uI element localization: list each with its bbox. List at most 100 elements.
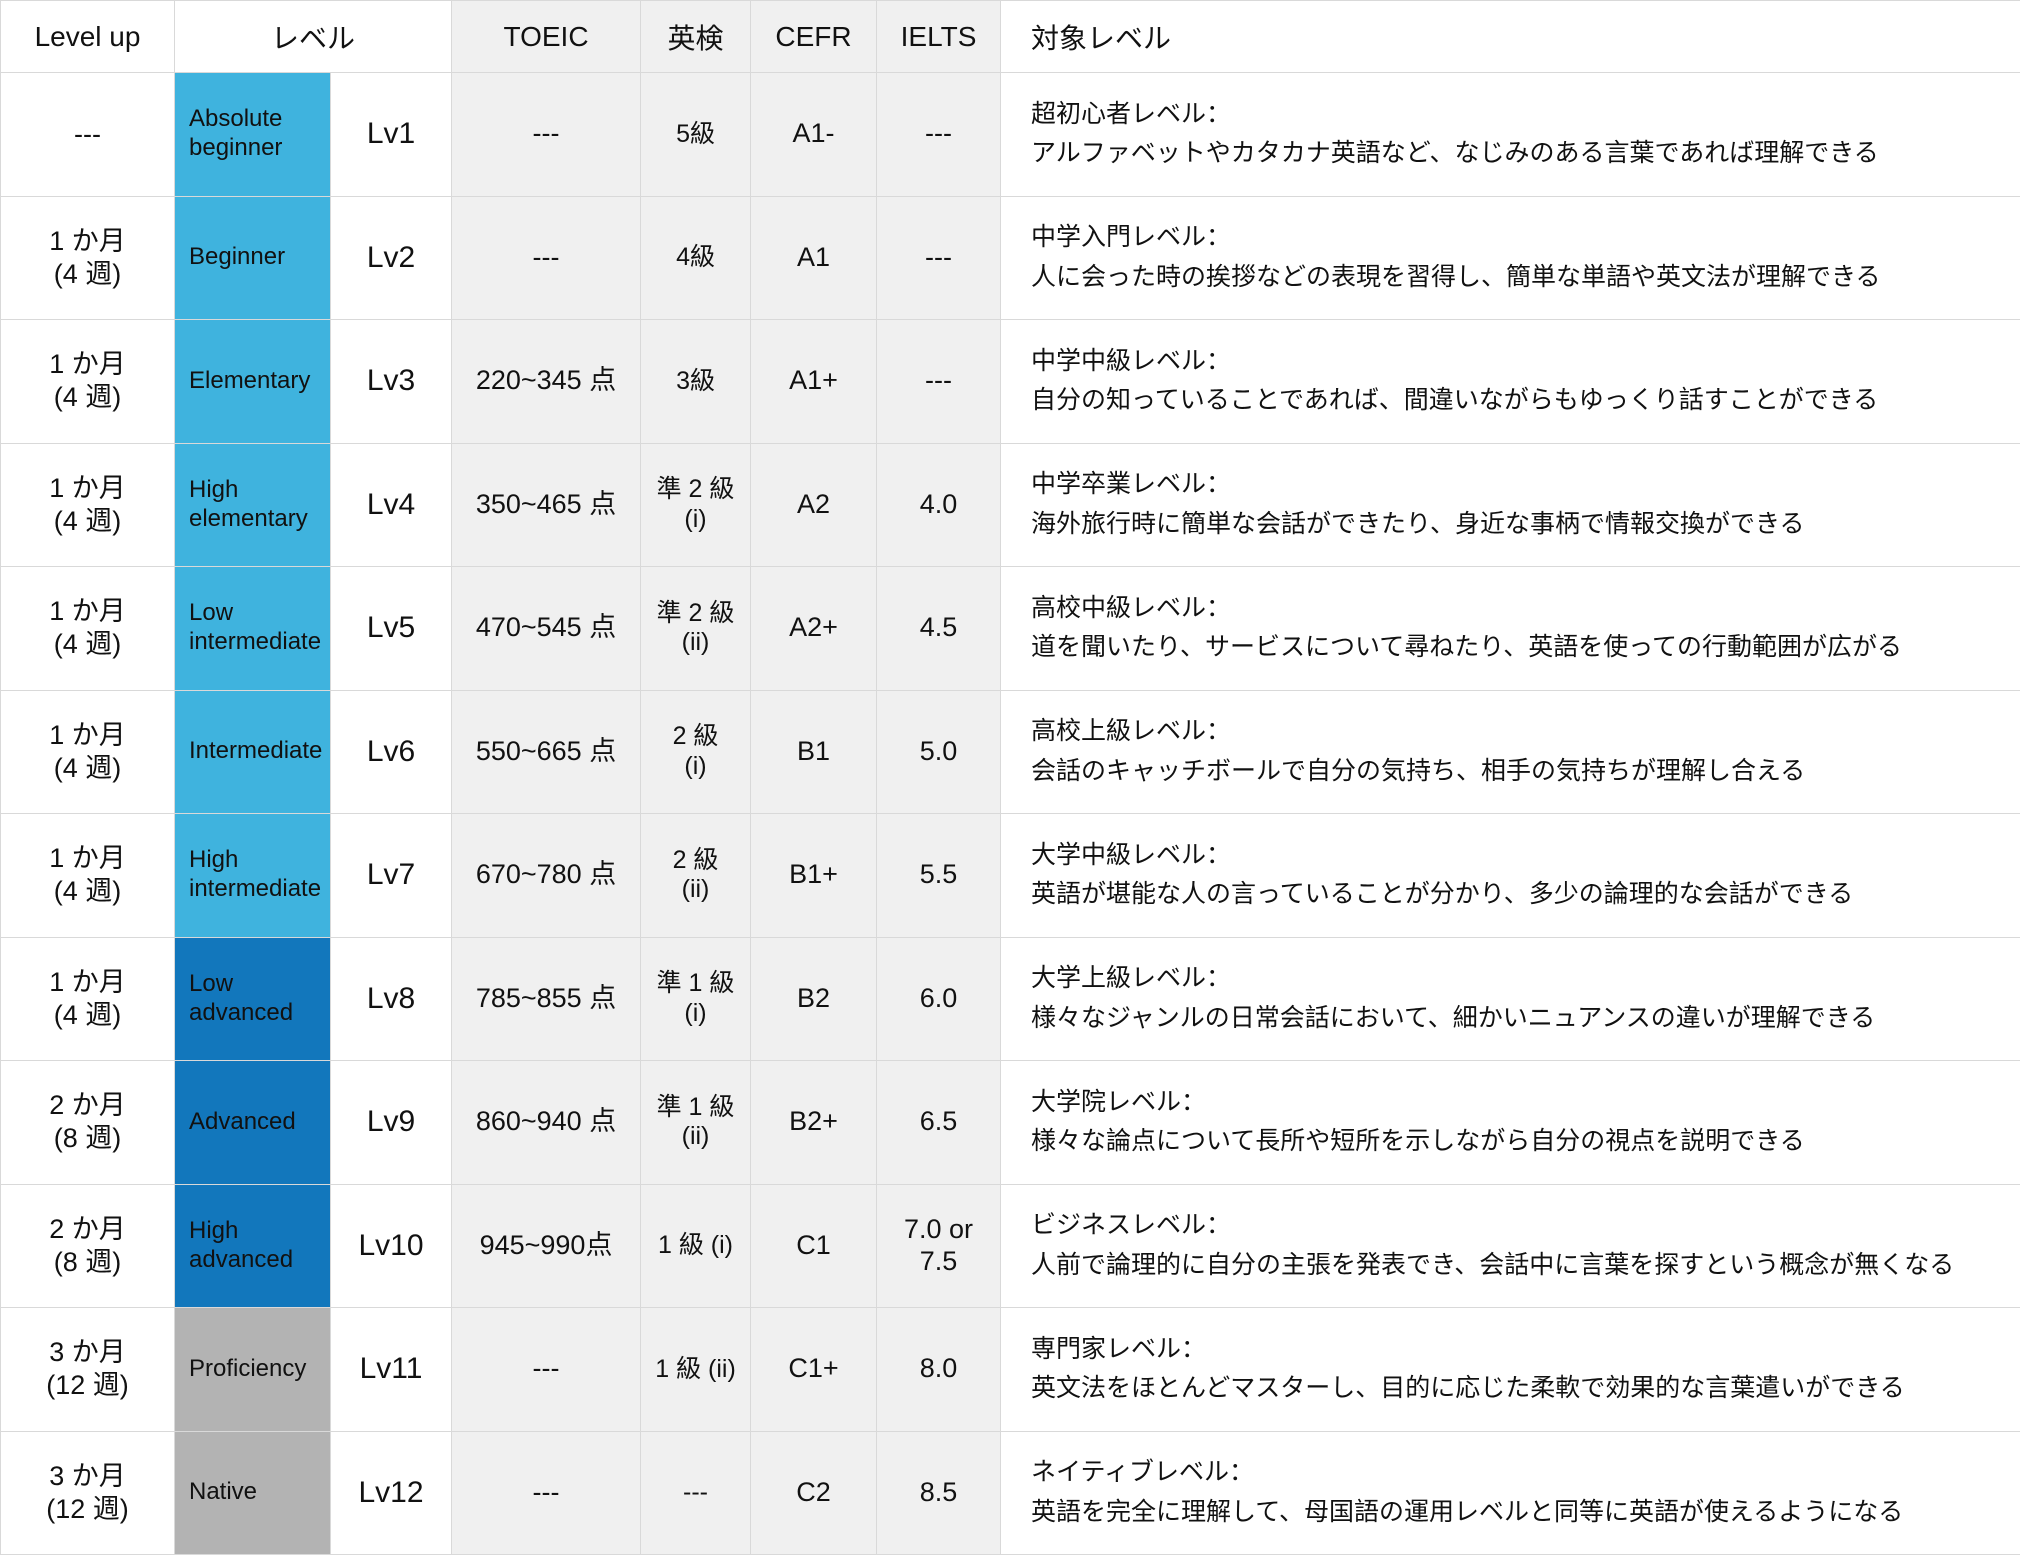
- target-level-detail: アルファベットやカタカナ英語など、なじみのある言葉であれば理解できる: [1031, 139, 1879, 168]
- target-level-detail: 英語が堪能な人の言っていることが分かり、多少の論理的な会話ができる: [1031, 880, 1854, 909]
- level-number: Lv12: [329, 1430, 453, 1555]
- level-band-label: Beginner: [174, 195, 331, 320]
- column-header-eiken: 英検: [640, 0, 752, 73]
- table-row: 1 か月 (4 週) High intermediate Lv7 670~780 点2…: [0, 813, 2020, 938]
- eiken-grade: ---: [640, 1430, 752, 1555]
- target-level-description: ビジネスレベル： 人前で論理的に自分の主張を発表でき、会話中に言葉を探すという概念…: [1000, 1183, 2020, 1308]
- level-band-label: Advanced: [174, 1060, 331, 1185]
- level-band-label: Absolute beginner: [174, 72, 331, 197]
- toeic-score: ---: [451, 72, 642, 197]
- cefr-level: B1+: [750, 813, 878, 938]
- level-band-label: Proficiency: [174, 1307, 331, 1432]
- ielts-band: 4.0: [876, 442, 1002, 567]
- table-header: Level up レベル TOEIC 英検 CEFR IELTS 対象レベル: [0, 0, 2020, 73]
- cefr-level: B2+: [750, 1060, 878, 1185]
- cefr-level: B2: [750, 936, 878, 1061]
- cefr-level: C1: [750, 1183, 878, 1308]
- level-number: Lv3: [329, 319, 453, 444]
- target-level-description: 大学上級レベル： 様々なジャンルの日常会話において、細かいニュアンスの違いが理解で…: [1000, 936, 2020, 1061]
- level-up-duration: 1 か月 (4 週): [0, 936, 175, 1061]
- toeic-score: 785~855 点: [451, 936, 642, 1061]
- level-up-duration: 2 か月 (8 週): [0, 1060, 175, 1185]
- eiken-grade: 準 1 級 (ii): [640, 1060, 752, 1185]
- eiken-grade: 3級: [640, 319, 752, 444]
- column-header-level-up: Level up: [0, 0, 175, 73]
- level-band-label: High advanced: [174, 1183, 331, 1308]
- level-band-label: Intermediate: [174, 689, 331, 814]
- eiken-grade: 1 級 (ii): [640, 1307, 752, 1432]
- target-level-description: 中学入門レベル： 人に会った時の挨拶などの表現を習得し、簡単な単語や英文法が理解で…: [1000, 195, 2020, 320]
- level-band-label: High intermediate: [174, 813, 331, 938]
- target-level-title: 高校中級レベル：: [1031, 593, 1232, 622]
- cefr-level: A2+: [750, 566, 878, 691]
- level-number: Lv7: [329, 813, 453, 938]
- target-level-title: 中学中級レベル：: [1031, 346, 1232, 375]
- eiken-grade: 4級: [640, 195, 752, 320]
- level-up-duration: 2 か月 (8 週): [0, 1183, 175, 1308]
- table-row: 1 か月 (4 週) High elementary Lv4 350~465 点準 2…: [0, 442, 2020, 567]
- eiken-grade: 準 2 級 (i): [640, 442, 752, 567]
- cefr-level: A1: [750, 195, 878, 320]
- table-body: --- Absolute beginner Lv1 --- 5級 A1- --- 超初心者レベ…: [0, 72, 2020, 1555]
- level-number: Lv1: [329, 72, 453, 197]
- toeic-score: 670~780 点: [451, 813, 642, 938]
- eiken-grade: 1 級 (i): [640, 1183, 752, 1308]
- target-level-title: 大学院レベル：: [1031, 1087, 1207, 1116]
- eiken-grade: 2 級 (ii): [640, 813, 752, 938]
- target-level-detail: 海外旅行時に簡単な会話ができたり、身近な事柄で情報交換ができる: [1031, 509, 1805, 538]
- level-band-label: Low intermediate: [174, 566, 331, 691]
- ielts-band: 8.0: [876, 1307, 1002, 1432]
- toeic-score: 470~545 点: [451, 566, 642, 691]
- toeic-score: 550~665 点: [451, 689, 642, 814]
- column-header-level: レベル: [173, 0, 453, 73]
- cefr-level: A1+: [750, 319, 878, 444]
- cefr-level: A2: [750, 442, 878, 567]
- target-level-description: 中学中級レベル： 自分の知っていることであれば、間違いながらもゆっくり話すことがで…: [1000, 319, 2020, 444]
- level-number: Lv10: [329, 1183, 453, 1308]
- target-level-title: 中学入門レベル：: [1031, 223, 1232, 252]
- table-row: 1 か月 (4 週) Intermediate Lv6 550~665 点2 級 (i…: [0, 689, 2020, 814]
- level-number: Lv2: [329, 195, 453, 320]
- level-up-duration: 1 か月 (4 週): [0, 566, 175, 691]
- target-level-detail: 自分の知っていることであれば、間違いながらもゆっくり話すことができる: [1031, 386, 1879, 415]
- level-band-label: High elementary: [174, 442, 331, 567]
- level-band-label: Low advanced: [174, 936, 331, 1061]
- ielts-band: ---: [876, 319, 1002, 444]
- level-number: Lv4: [329, 442, 453, 567]
- target-level-detail: 様々なジャンルの日常会話において、細かいニュアンスの違いが理解できる: [1031, 1003, 1876, 1032]
- column-header-ielts: IELTS: [876, 0, 1002, 73]
- cefr-level: C1+: [750, 1307, 878, 1432]
- cefr-level: B1: [750, 689, 878, 814]
- level-up-duration: 3 か月 (12 週): [0, 1307, 175, 1432]
- toeic-score: ---: [451, 195, 642, 320]
- level-up-duration: 1 か月 (4 週): [0, 319, 175, 444]
- table-row: 1 か月 (4 週) Low intermediate Lv5 470~545 点準 …: [0, 566, 2020, 691]
- level-up-duration: 1 か月 (4 週): [0, 442, 175, 567]
- target-level-title: 大学中級レベル：: [1031, 840, 1232, 869]
- column-header-toeic: TOEIC: [451, 0, 642, 73]
- level-band-label: Elementary: [174, 319, 331, 444]
- target-level-title: 高校上級レベル：: [1031, 717, 1232, 746]
- toeic-score: 860~940 点: [451, 1060, 642, 1185]
- english-level-comparison-table: Level up レベル TOEIC 英検 CEFR IELTS 対象レベル -…: [0, 0, 2020, 1555]
- table-row: 1 か月 (4 週) Elementary Lv3 220~345 点 3級 A1+ ---…: [0, 319, 2020, 444]
- table-row: 3 か月 (12 週) Proficiency Lv11 --- 1 級 (ii) C1+…: [0, 1307, 2020, 1432]
- column-header-target-level: 対象レベル: [1000, 0, 2020, 73]
- eiken-grade: 準 2 級 (ii): [640, 566, 752, 691]
- level-number: Lv11: [329, 1307, 453, 1432]
- target-level-title: 超初心者レベル：: [1031, 99, 1232, 128]
- header-row: Level up レベル TOEIC 英検 CEFR IELTS 対象レベル: [0, 0, 2020, 73]
- table-row: --- Absolute beginner Lv1 --- 5級 A1- --- 超初心者レベ…: [0, 72, 2020, 197]
- target-level-description: 専門家レベル： 英文法をほとんどマスターし、目的に応じた柔軟で効果的な言葉遣いがで…: [1000, 1307, 2020, 1432]
- toeic-score: ---: [451, 1430, 642, 1555]
- eiken-grade: 2 級 (i): [640, 689, 752, 814]
- target-level-title: 大学上級レベル：: [1031, 964, 1232, 993]
- level-up-duration: 1 か月 (4 週): [0, 689, 175, 814]
- ielts-band: ---: [876, 72, 1002, 197]
- ielts-band: ---: [876, 195, 1002, 320]
- target-level-detail: 人前で論理的に自分の主張を発表でき、会話中に言葉を探すという概念が無くなる: [1031, 1250, 1955, 1279]
- target-level-title: 専門家レベル：: [1031, 1334, 1207, 1363]
- ielts-band: 8.5: [876, 1430, 1002, 1555]
- level-up-duration: ---: [0, 72, 175, 197]
- target-level-detail: 道を聞いたり、サービスについて尋ねたり、英語を使っての行動範囲が広がる: [1031, 633, 1903, 662]
